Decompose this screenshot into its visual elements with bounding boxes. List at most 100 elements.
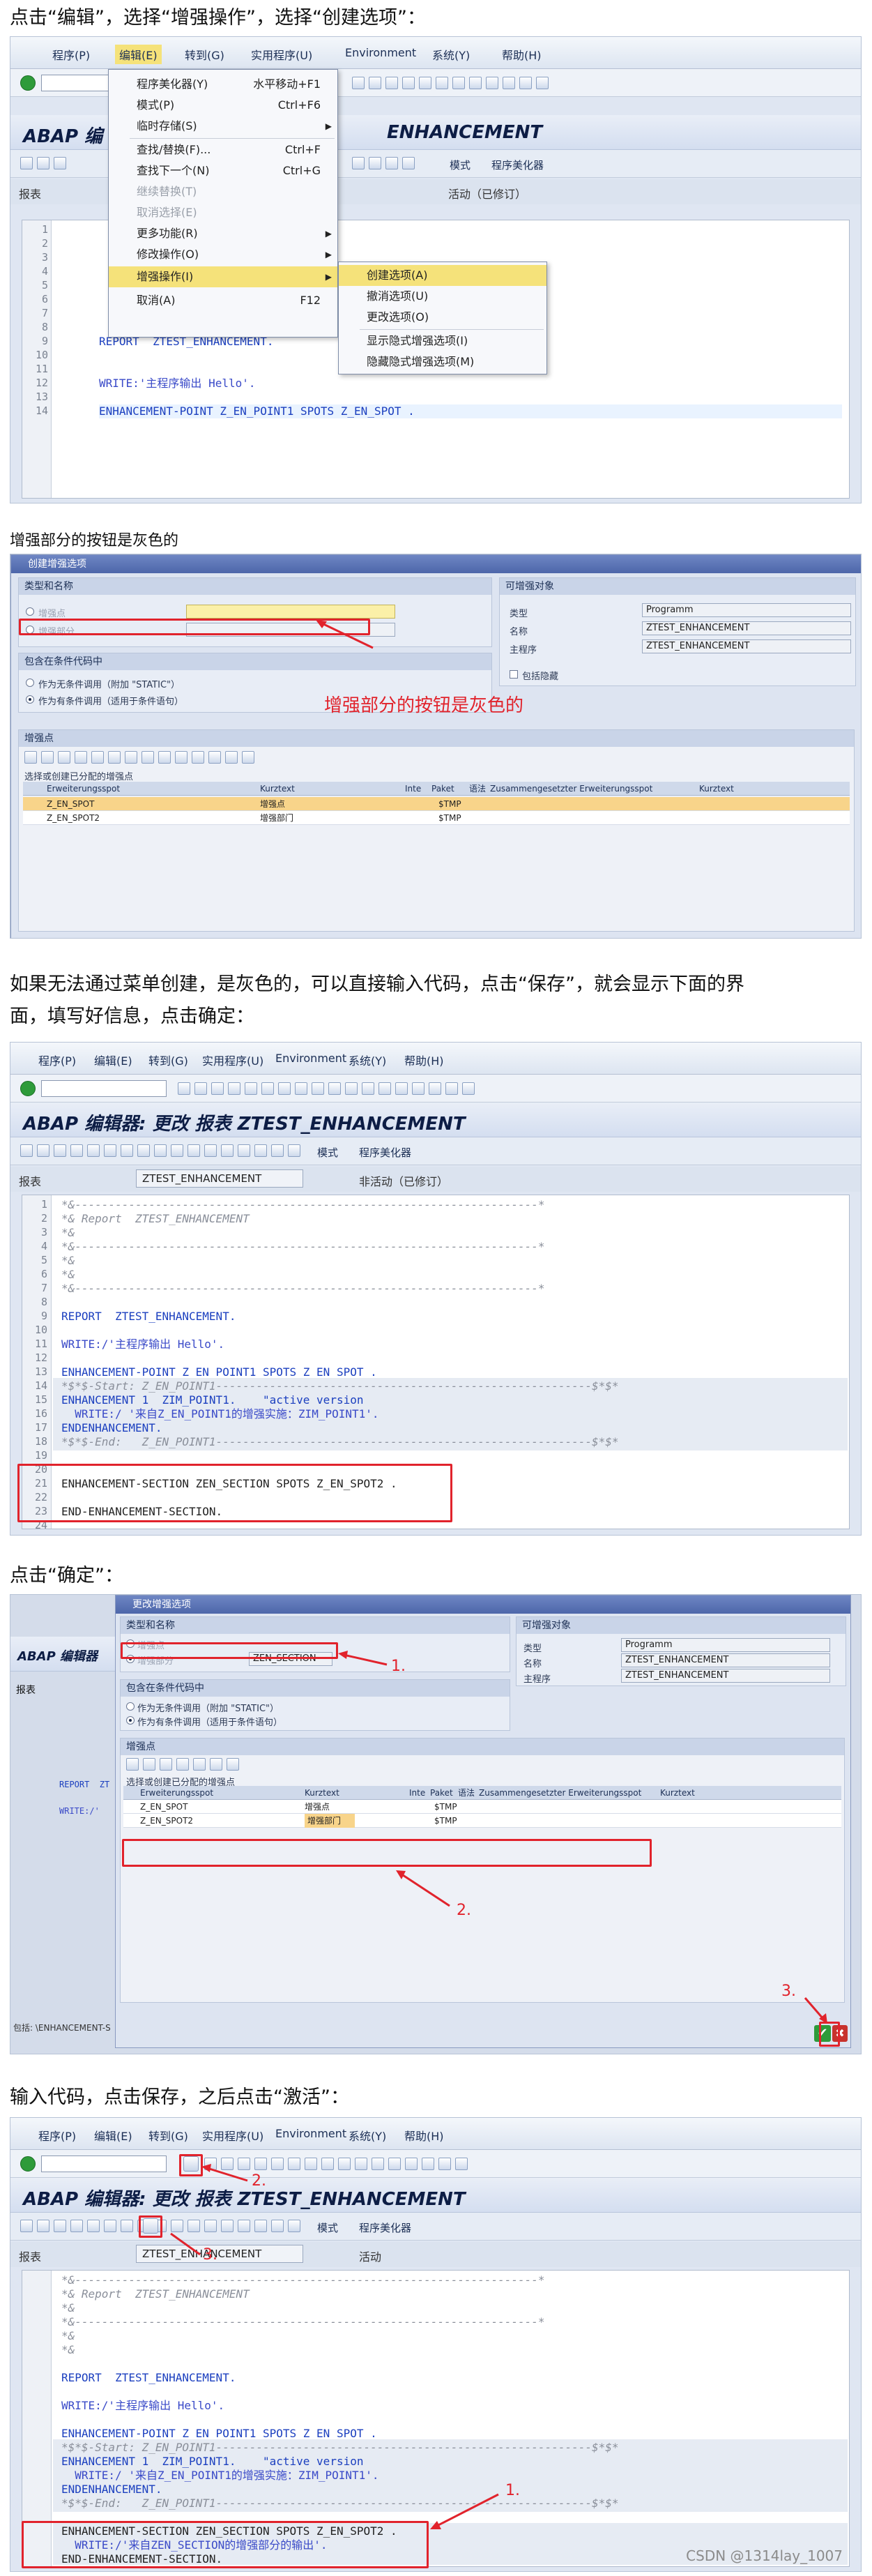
beautifier-button[interactable]: 程序美化器: [491, 158, 544, 172]
menu-item-beautifier[interactable]: 程序美化器(Y) 水平移动+F1: [109, 74, 337, 95]
screenshot-editor-menu: 程序(P) 编辑(E) 转到(G) 实用程序(U) Environment 系统…: [10, 36, 862, 503]
include-hidden-checkbox[interactable]: [510, 670, 518, 679]
submenu-hide-implicit[interactable]: 隐藏隐式增强选项(M): [339, 351, 546, 372]
menu-help[interactable]: 帮助(H): [404, 1052, 444, 1068]
menu-utilities[interactable]: 实用程序(U): [202, 1052, 263, 1068]
code-line: *&: [61, 1268, 75, 1281]
menu-environment[interactable]: Environment: [275, 1052, 346, 1065]
app-icons: [352, 157, 415, 169]
type-field: Programm: [642, 603, 851, 617]
line-number: 11: [35, 1338, 48, 1350]
line-gutter: 1 2 3 4 5 6 7 8 9 10 11 12 13 14: [22, 220, 52, 498]
screenshot-editor-section: 程序(P) 编辑(E) 转到(G) 实用程序(U) Environment 系统…: [10, 1042, 862, 1536]
edit-menu: 程序美化器(Y) 水平移动+F1 模式(P) Ctrl+F6 临时存储(S) ▶ 查找…: [108, 69, 338, 338]
annotation-text: 增强部分的按钮是灰色的: [324, 695, 524, 716]
menu-item-modify-ops[interactable]: 修改操作(O) ▶: [109, 244, 337, 265]
beautifier-button[interactable]: 程序美化器: [359, 1145, 411, 1160]
menu-item-find-replace[interactable]: 查找/替换(F)... Ctrl+F: [109, 139, 337, 160]
mode-button[interactable]: 模式: [317, 1145, 338, 1160]
enter-icon[interactable]: [20, 75, 36, 91]
submenu-arrow-icon: ▶: [325, 229, 332, 238]
screenshot-change-dialog: ABAP 编辑器 报表 REPORT ZT WRITE:/' 包括: \ENHA…: [10, 1594, 862, 2054]
caption-manual-code-1: 如果无法通过菜单创建，是灰色的，可以直接输入代码，点击“保存”，就会显示下面的界: [10, 973, 744, 995]
submenu-create-option[interactable]: 创建选项(A): [339, 265, 546, 286]
table-row[interactable]: Z_EN_SPOT2 增强部门 $TMP: [23, 811, 850, 825]
menu-item-enhancement-ops[interactable]: 增强操作(I) ▶: [109, 266, 337, 287]
code-line: *&: [61, 1226, 75, 1239]
annotation-number-2: 2.: [457, 1902, 471, 1919]
menu-goto[interactable]: 转到(G): [185, 46, 224, 63]
submenu-change-option[interactable]: 更改选项(O): [339, 307, 546, 328]
menu-item-temp-storage[interactable]: 临时存储(S) ▶: [109, 116, 337, 137]
main-program-field: ZTEST_ENHANCEMENT: [642, 639, 851, 653]
line-number: 10: [35, 1324, 48, 1336]
submenu-arrow-icon: ▶: [325, 250, 332, 259]
line-number: 18: [35, 1435, 48, 1448]
menu-item-cancel[interactable]: 取消(A) F12: [109, 290, 337, 311]
toolbar-icons: [178, 1082, 475, 1095]
menu-program[interactable]: 程序(P): [38, 1052, 76, 1068]
screenshot-create-dialog: 创建增强选项 类型和名称 增强点 增强部分 可增强对象 类型 Programm …: [10, 554, 862, 939]
line-number: 3: [41, 1226, 48, 1238]
menu-environment[interactable]: Environment: [345, 46, 416, 59]
nav-icons: [20, 157, 66, 169]
menu-edit[interactable]: 编辑(E): [94, 1052, 132, 1068]
spots-hint: 选择或创建已分配的增强点: [24, 772, 134, 782]
submenu-show-implicit[interactable]: 显示隐式增强选项(I): [339, 331, 546, 351]
menu-item-mode[interactable]: 模式(P) Ctrl+F6: [109, 95, 337, 116]
menu-help[interactable]: 帮助(H): [502, 46, 542, 63]
line-number: 6: [41, 1268, 48, 1280]
caption-manual-code-2: 面，填写好信息，点击确定：: [10, 1006, 254, 1027]
code-report: REPORT ZTEST_ENHANCEMENT.: [61, 1310, 236, 1323]
screenshot-editor-activate: 程序(P) 编辑(E) 转到(G) 实用程序(U) Environment 系统…: [10, 2117, 862, 2572]
annotation-arrows: [338, 1651, 827, 2024]
menu-goto[interactable]: 转到(G): [148, 1052, 188, 1068]
label-include-hidden: 包括隐藏: [522, 672, 559, 682]
mode-button[interactable]: 模式: [450, 158, 471, 172]
annotation-number-1: 1.: [505, 2482, 520, 2499]
submenu-undo-option[interactable]: 撤消选项(U): [339, 286, 546, 307]
line-number: 4: [41, 1240, 48, 1252]
command-field[interactable]: [41, 1080, 167, 1097]
menu-item-continue-replace: 继续替换(T): [137, 185, 197, 198]
menu-program[interactable]: 程序(P): [52, 46, 90, 63]
menu-item-deselect: 取消选择(E): [137, 206, 197, 219]
line-number: 13: [35, 1365, 48, 1378]
command-field[interactable]: [41, 75, 111, 91]
line-number: 16: [35, 1407, 48, 1420]
label-type: 类型: [510, 609, 528, 619]
submenu-arrow-icon: ▶: [325, 272, 332, 282]
annotation-number-1: 1.: [391, 1658, 406, 1675]
menu-bar: 程序(P) 编辑(E) 转到(G) 实用程序(U) Environment 系统…: [10, 1043, 861, 1075]
line-number: 1: [41, 1198, 48, 1211]
annotation-arrow: [316, 620, 374, 649]
table-row[interactable]: Z_EN_SPOT 增强点 $TMP: [23, 797, 850, 811]
annotation-arrows: [170, 2164, 499, 2529]
line-number: 19: [35, 1449, 48, 1462]
menu-system[interactable]: 系统(Y): [349, 1052, 386, 1068]
menu-bar: 程序(P) 编辑(E) 转到(G) 实用程序(U) Environment 系统…: [10, 37, 861, 69]
status-text: 活动（已修订）: [448, 188, 527, 201]
submenu-arrow-icon: ▶: [325, 121, 332, 131]
line-number: 4: [41, 265, 48, 278]
menu-item-more-functions[interactable]: 更多功能(R) ▶: [109, 223, 337, 244]
enter-icon[interactable]: [20, 1081, 36, 1096]
spots-table-header: Erweiterungsspot Kurztext Inte Paket 语法 …: [23, 782, 850, 796]
line-number: 9: [41, 1310, 48, 1322]
system-toolbar: [10, 1075, 861, 1103]
menu-separator: [360, 329, 544, 330]
code-line: *&: [61, 1254, 75, 1267]
menu-item-find-next[interactable]: 查找下一个(N) Ctrl+G: [109, 160, 337, 181]
line-number: 7: [41, 307, 48, 319]
menu-edit[interactable]: 编辑(E): [115, 45, 162, 64]
menu-utilities[interactable]: 实用程序(U): [251, 46, 312, 63]
line-number: 14: [35, 404, 48, 417]
line-number: 15: [35, 1393, 48, 1406]
caption-save-activate: 输入代码，点击保存，之后点击“激活”：: [10, 2086, 349, 2108]
name-field: ZTEST_ENHANCEMENT: [642, 621, 851, 635]
caption-grey-button: 增强部分的按钮是灰色的: [10, 532, 179, 550]
toolbar-icons: [352, 77, 549, 89]
menu-system[interactable]: 系统(Y): [432, 46, 470, 63]
code-line: *&--------------------------------------…: [61, 1240, 545, 1253]
line-number: 7: [41, 1282, 48, 1294]
